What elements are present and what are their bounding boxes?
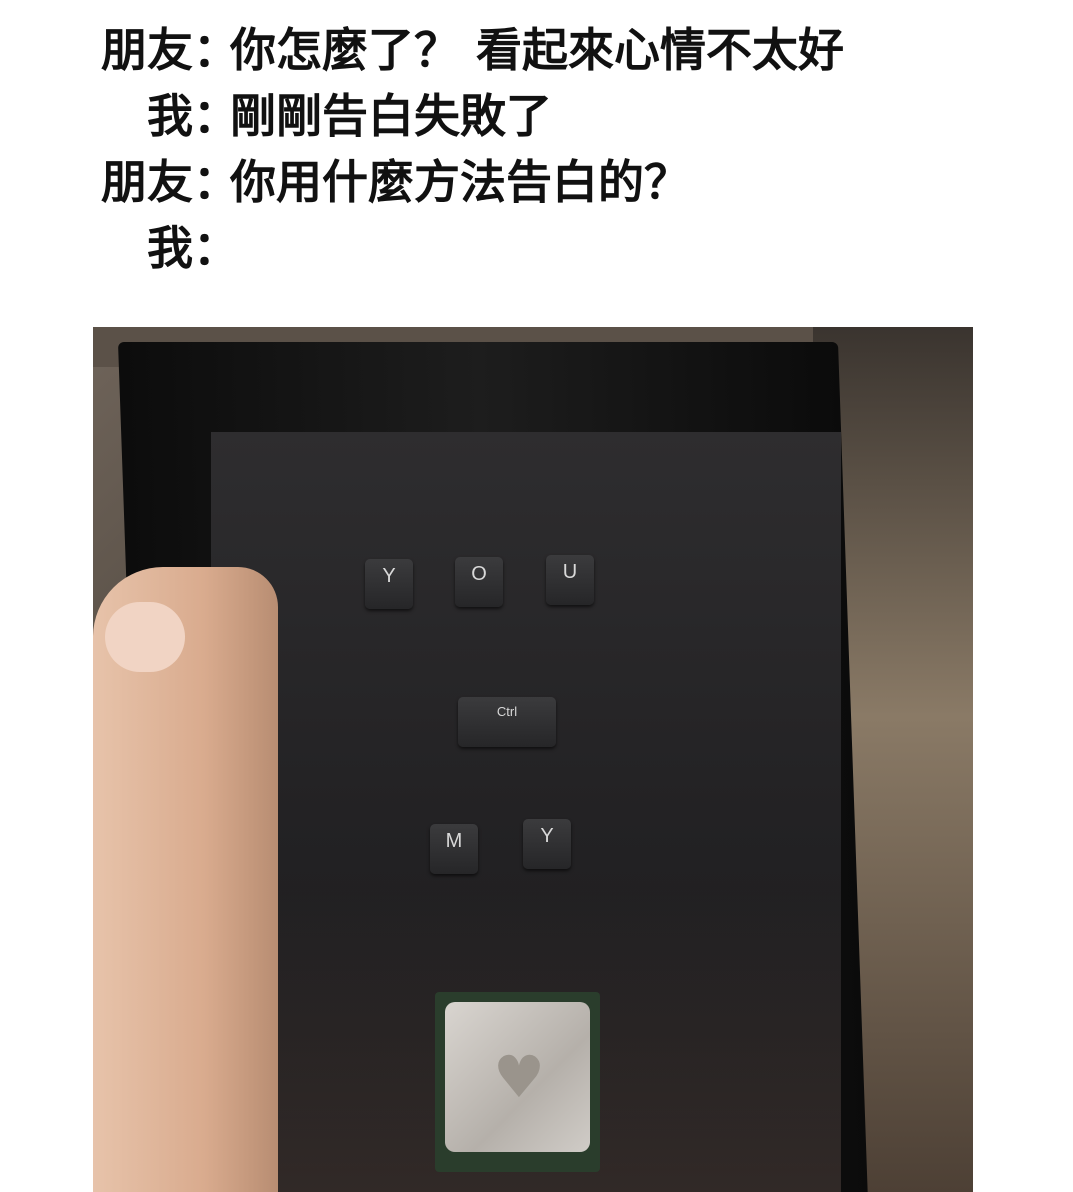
utterance-text: 剛剛告白失敗了 xyxy=(230,89,552,143)
utterance-text: 你用什麼方法告白的？ xyxy=(230,155,690,209)
speaker-colon: ： xyxy=(193,23,239,77)
framed-keyboard-photo: Y O U Ctrl M Y ♥ xyxy=(93,327,973,1192)
heart-icon: ♥ xyxy=(493,1043,545,1111)
speaker-name: 我 xyxy=(147,221,193,275)
keycap-ctrl: Ctrl xyxy=(458,697,556,747)
cpu-heat-spreader: ♥ xyxy=(445,1002,590,1152)
speaker-name: 朋友 xyxy=(101,155,193,209)
speaker-name: 朋友 xyxy=(101,23,193,77)
dialogue-line: 我 ： xyxy=(0,216,1073,280)
dialogue-line: 朋友 ： 你用什麼方法告白的？ xyxy=(0,150,1073,214)
keycap-o: O xyxy=(455,557,503,607)
speaker-colon: ： xyxy=(193,155,239,209)
dialogue-line: 朋友 ： 你怎麼了？ 看起來心情不太好 xyxy=(0,18,1073,82)
keycap-y: Y xyxy=(365,559,413,609)
speaker-colon: ： xyxy=(193,221,239,275)
speaker-colon: ： xyxy=(193,89,239,143)
keycap-m: M xyxy=(430,824,478,874)
keycap-y-2: Y xyxy=(523,819,571,869)
speaker-name: 我 xyxy=(147,89,193,143)
dialogue-line: 我 ： 剛剛告白失敗了 xyxy=(0,84,1073,148)
utterance-text: 你怎麼了？ 看起來心情不太好 xyxy=(230,23,845,77)
thumb-nail xyxy=(105,602,185,672)
cpu-chip: ♥ xyxy=(435,992,600,1172)
keycap-u: U xyxy=(546,555,594,605)
